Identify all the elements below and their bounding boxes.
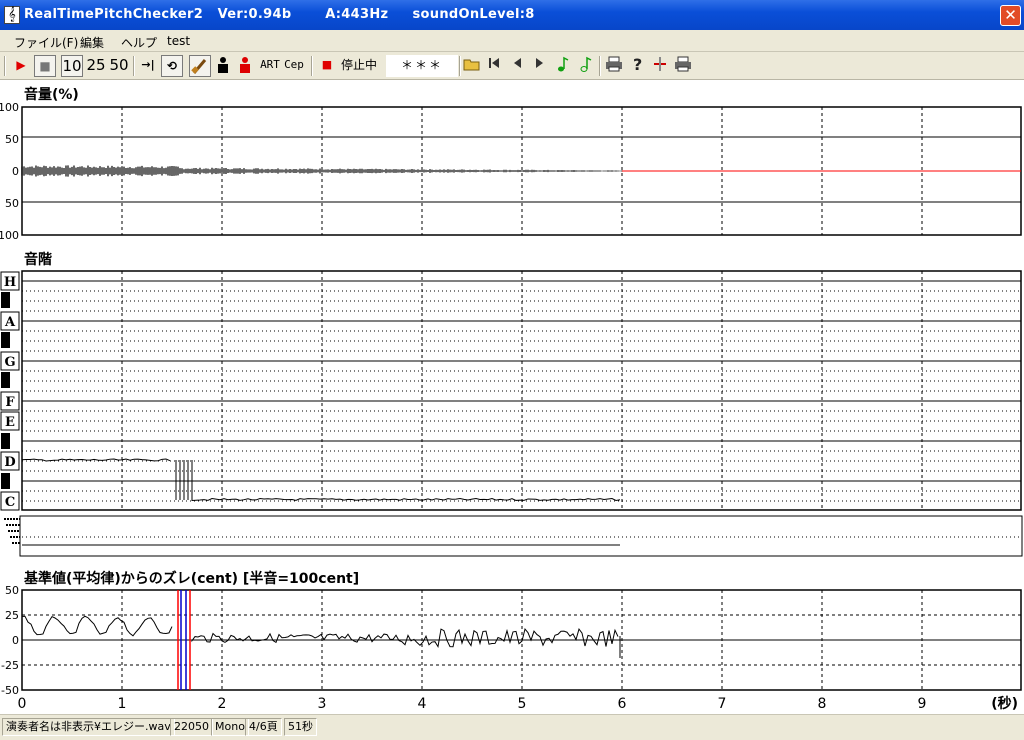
printer-icon	[675, 56, 691, 72]
black-key	[1, 332, 10, 348]
cep-button[interactable]: Cep	[283, 55, 305, 77]
first-page-button[interactable]	[483, 55, 505, 77]
crosshair-icon	[654, 57, 666, 71]
toolbar: ▶ ■ 10 25 50 →| ⟲ ART Cep ■ 停止中 ＊＊＊ ?	[0, 52, 1024, 80]
zoom-50-button[interactable]: 50	[108, 55, 130, 77]
range-strip	[19, 515, 1023, 557]
loop-icon[interactable]: ⟲	[161, 55, 183, 77]
black-key	[1, 372, 10, 388]
note-outline-button[interactable]	[575, 55, 597, 77]
status-duration: 51秒	[284, 718, 317, 736]
volume-tick-label: 50	[5, 133, 19, 146]
black-key	[1, 292, 10, 308]
open-folder-button[interactable]	[461, 55, 483, 77]
menu-bar: ファイル(F) 編集 ヘルプ test	[0, 30, 1024, 52]
note-green-button[interactable]	[552, 55, 574, 77]
state-label: 停止中	[340, 58, 377, 72]
status-filename: 演奏者名は非表示¥エレジー.wav	[2, 718, 175, 736]
marker-button[interactable]	[649, 55, 671, 77]
status-channels: Mono	[211, 718, 249, 736]
volume-tick-label: 100	[0, 101, 19, 114]
player-black-button[interactable]	[212, 55, 234, 77]
time-tick-label: 6	[618, 696, 627, 712]
art-button[interactable]: ART	[259, 55, 281, 77]
menu-test[interactable]: test	[167, 34, 190, 48]
stop-button[interactable]: ■	[34, 55, 56, 77]
record-icon[interactable]: ■	[316, 55, 338, 77]
play-button[interactable]: ▶	[10, 55, 32, 77]
title-bar: 𝄞 RealTimePitchChecker2 Ver:0.94b A:443H…	[0, 0, 1024, 30]
note-label: G	[4, 355, 15, 370]
volume-tick-label: 100	[0, 229, 19, 242]
zoom-25-button[interactable]: 25	[85, 55, 107, 77]
violin-tool-button[interactable]	[189, 55, 211, 77]
black-key	[1, 433, 10, 449]
note-display: ＊＊＊	[386, 55, 458, 77]
deviation-tick-label: -25	[1, 659, 19, 672]
next-page-button[interactable]	[529, 55, 551, 77]
music-note-icon	[580, 56, 592, 72]
time-tick-label: 8	[818, 696, 827, 712]
printer-icon	[606, 56, 622, 72]
note-label: F	[5, 395, 15, 410]
note-label: D	[4, 455, 15, 470]
time-tick-label: 9	[918, 696, 927, 712]
help-icon: ?	[633, 55, 642, 74]
analysis-charts[interactable]: 10050050100HAGFEDC50250-25-500 1 2 3 4 5 6 7 8 9(…	[0, 80, 1024, 714]
zoom-10-button[interactable]: 10	[61, 55, 83, 77]
violin-icon[interactable]: 𝄞	[4, 6, 20, 24]
window-title: RealTimePitchChecker2 Ver:0.94b A:443Hz …	[24, 7, 535, 22]
note-label: H	[4, 275, 16, 290]
toolbar-separator	[133, 56, 135, 76]
toolbar-separator	[599, 56, 601, 76]
jump-end-icon[interactable]: →|	[137, 55, 159, 77]
volume-tick-label: 50	[5, 197, 19, 210]
time-tick-label: 2	[218, 696, 227, 712]
deviation-tick-label: -50	[1, 684, 19, 697]
time-unit-label: (秒)	[991, 695, 1018, 712]
time-tick-label: 1	[118, 696, 127, 712]
black-key	[1, 473, 10, 489]
deviation-tick-label: 25	[5, 609, 19, 622]
note-label: A	[4, 315, 16, 330]
menu-edit[interactable]: 編集	[80, 34, 104, 51]
prev-icon	[514, 58, 521, 68]
close-button[interactable]: ✕	[1000, 5, 1021, 26]
svg-text:?: ?	[633, 55, 642, 73]
music-note-icon	[558, 56, 569, 72]
scale-plot-frame	[21, 270, 1022, 511]
toolbar-separator	[311, 56, 313, 76]
print-button[interactable]	[603, 55, 625, 77]
player-red-button[interactable]	[234, 55, 256, 77]
next-icon	[536, 58, 543, 68]
time-tick-label: 5	[518, 696, 527, 712]
time-tick-label: 3	[318, 696, 327, 712]
time-tick-label: 7	[718, 696, 727, 712]
time-tick-label: 0	[18, 696, 27, 712]
help-button[interactable]: ?	[626, 55, 648, 77]
person-red-icon	[240, 57, 250, 73]
status-sample-rate: 22050	[170, 718, 213, 736]
menu-file[interactable]: ファイル(F)	[14, 34, 78, 51]
time-tick-label: 4	[418, 696, 427, 712]
status-page: 4/6頁	[245, 718, 282, 736]
folder-icon	[463, 59, 480, 71]
status-bar: 演奏者名は非表示¥エレジー.wav 22050 Mono 4/6頁 51秒	[0, 714, 1024, 740]
print-setup-button[interactable]	[672, 55, 694, 77]
skip-start-icon	[489, 58, 499, 68]
deviation-tick-label: 0	[12, 634, 19, 647]
violin-icon	[191, 59, 207, 74]
note-label: E	[5, 415, 15, 430]
toolbar-separator	[4, 56, 6, 76]
person-black-icon	[218, 57, 228, 73]
prev-page-button[interactable]	[506, 55, 528, 77]
menu-help[interactable]: ヘルプ	[121, 34, 157, 51]
deviation-tick-label: 50	[5, 584, 19, 597]
volume-tick-label: 0	[12, 165, 19, 178]
note-label: C	[5, 495, 15, 510]
